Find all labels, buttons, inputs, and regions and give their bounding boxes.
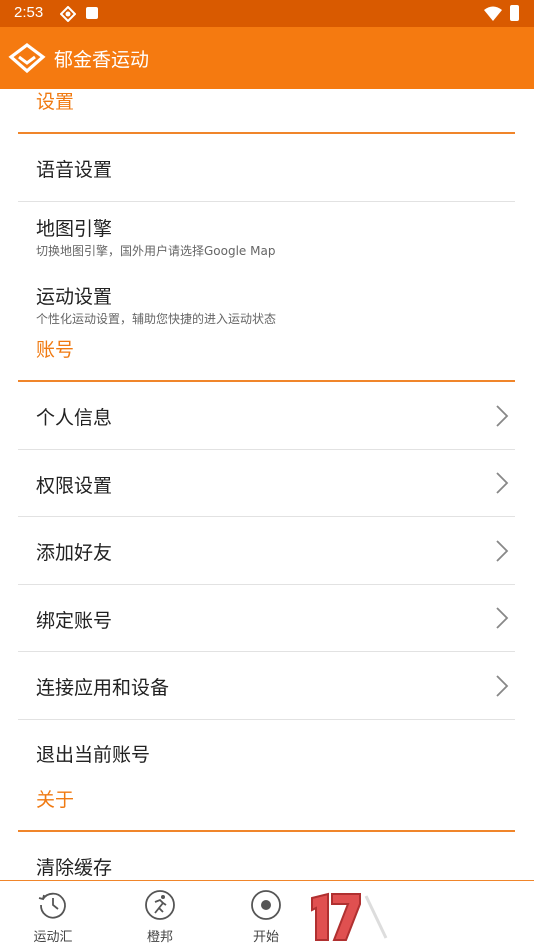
notification-icon	[86, 7, 98, 19]
record-icon	[251, 890, 281, 920]
sync-icon	[60, 6, 76, 22]
tab-start[interactable]: 开始	[236, 881, 296, 951]
logout-item[interactable]: 退出当前账号	[18, 720, 515, 784]
chevron-right-icon	[496, 405, 509, 427]
tab-sport-hub[interactable]: 运动汇	[23, 881, 83, 951]
item-label: 绑定账号	[36, 610, 113, 632]
item-label: 语音设置	[36, 159, 113, 181]
item-subtitle: 切换地图引擎，国外用户请选择Google Map	[36, 244, 276, 258]
item-label: 连接应用和设备	[36, 677, 170, 699]
app-bar: 郁金香运动	[0, 27, 534, 89]
history-icon	[38, 892, 66, 919]
connect-apps-item[interactable]: 连接应用和设备	[18, 652, 515, 719]
item-label: 权限设置	[36, 475, 113, 497]
item-label: 退出当前账号	[36, 744, 151, 766]
add-friend-item[interactable]: 添加好友	[18, 517, 515, 584]
item-label: 清除缓存	[36, 857, 113, 879]
item-subtitle: 个性化运动设置，辅助您快捷的进入运动状态	[36, 312, 277, 326]
bottom-nav: 运动汇 橙邦 开始	[0, 880, 534, 951]
profile-item[interactable]: 个人信息	[18, 382, 515, 449]
watermark-logo	[311, 892, 388, 941]
battery-icon	[510, 5, 519, 21]
chevron-right-icon	[496, 607, 509, 629]
chevron-right-icon	[496, 540, 509, 562]
item-label: 添加好友	[36, 542, 113, 564]
app-logo-icon	[8, 43, 46, 74]
runner-icon	[145, 890, 175, 920]
item-label: 地图引擎	[36, 218, 113, 240]
tab-orange-club[interactable]: 橙邦	[130, 881, 190, 951]
section-about: 关于	[36, 789, 75, 811]
chevron-right-icon	[496, 472, 509, 494]
map-engine-item[interactable]: 地图引擎 切换地图引擎，国外用户请选择Google Map	[18, 202, 515, 270]
tab-label: 开始	[252, 930, 279, 945]
bind-account-item[interactable]: 绑定账号	[18, 585, 515, 651]
app-title: 郁金香运动	[54, 49, 150, 71]
chevron-right-icon	[496, 675, 509, 697]
status-bar: 2:53	[0, 0, 534, 27]
permission-item[interactable]: 权限设置	[18, 450, 515, 516]
item-label: 运动设置	[36, 286, 113, 308]
sport-settings-item[interactable]: 运动设置 个性化运动设置，辅助您快捷的进入运动状态	[18, 270, 515, 334]
voice-settings-item[interactable]: 语音设置	[18, 134, 515, 200]
section-settings: 设置	[36, 91, 75, 113]
status-time: 2:53	[14, 4, 44, 21]
item-label: 个人信息	[36, 407, 113, 429]
tab-label: 橙邦	[146, 930, 173, 945]
clear-cache-item[interactable]: 清除缓存	[18, 832, 515, 880]
tab-label: 运动汇	[33, 930, 73, 945]
wifi-icon	[484, 6, 502, 21]
section-account: 账号	[36, 339, 75, 361]
